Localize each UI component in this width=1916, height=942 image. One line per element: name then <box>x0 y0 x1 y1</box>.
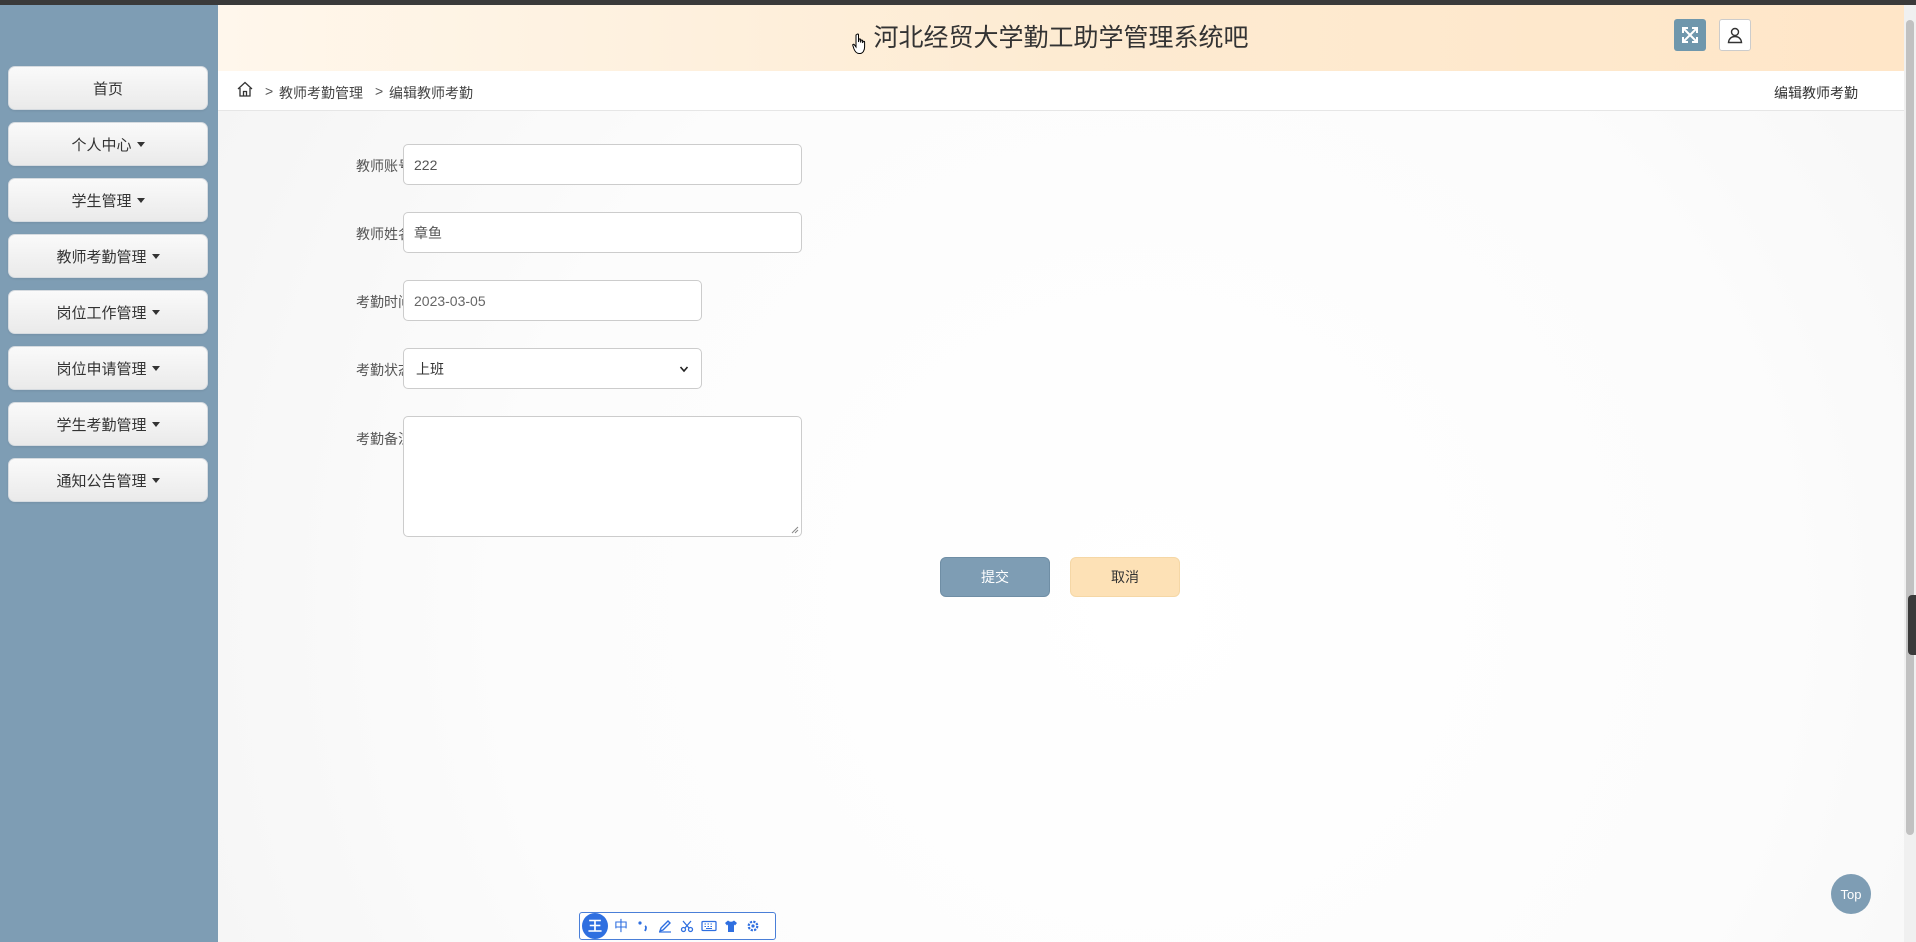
sidebar-item-job-work[interactable]: 岗位工作管理 <box>8 290 208 334</box>
fullscreen-button[interactable] <box>1674 19 1706 51</box>
sidebar-item-teacher-attendance[interactable]: 教师考勤管理 <box>8 234 208 278</box>
ime-toolbar: 王 中 <box>579 912 776 940</box>
keyboard-icon[interactable] <box>700 917 718 935</box>
chevron-down-icon <box>679 365 689 372</box>
time-label: 考勤时间 <box>356 294 412 310</box>
breadcrumb-separator: > <box>375 83 384 99</box>
submit-button[interactable]: 提交 <box>940 557 1050 597</box>
caret-down-icon <box>136 197 145 203</box>
status-select[interactable]: 上班 <box>403 348 702 389</box>
back-to-top-label: Top <box>1840 886 1862 902</box>
scissors-icon[interactable] <box>678 917 696 935</box>
home-icon <box>237 81 253 97</box>
sidebar: 首页 个人中心 学生管理 教师考勤管理 岗位工作管理 岗位申请管理 学生考勤管理… <box>0 5 218 942</box>
user-button[interactable] <box>1719 19 1751 51</box>
sidebar-item-notice[interactable]: 通知公告管理 <box>8 458 208 502</box>
side-widget-tab[interactable] <box>1908 595 1916 655</box>
sidebar-item-label: 教师考勤管理 <box>56 248 147 266</box>
remark-label: 考勤备注 <box>356 431 412 447</box>
account-input[interactable] <box>403 144 802 185</box>
caret-down-icon <box>151 309 160 315</box>
caret-down-icon <box>151 365 160 371</box>
sidebar-item-personal-center[interactable]: 个人中心 <box>8 122 208 166</box>
sidebar-item-label: 通知公告管理 <box>56 472 147 490</box>
page-title: 编辑教师考勤 <box>1774 85 1858 101</box>
sidebar-item-label: 学生考勤管理 <box>56 416 147 434</box>
sidebar-item-student-management[interactable]: 学生管理 <box>8 178 208 222</box>
resize-handle-icon[interactable] <box>791 526 799 534</box>
back-to-top-button[interactable]: Top <box>1831 874 1871 914</box>
time-input[interactable] <box>403 280 702 321</box>
ime-mode-toggle[interactable]: 中 <box>612 917 630 935</box>
sidebar-item-label: 岗位申请管理 <box>56 360 147 378</box>
breadcrumb: > 教师考勤管理 > 编辑教师考勤 编辑教师考勤 <box>218 71 1904 111</box>
status-label: 考勤状态 <box>356 362 412 378</box>
fullscreen-icon <box>1682 27 1698 43</box>
remark-textarea[interactable] <box>403 416 802 537</box>
status-selected-value: 上班 <box>416 360 444 377</box>
breadcrumb-level2: 编辑教师考勤 <box>389 85 473 101</box>
sidebar-item-home[interactable]: 首页 <box>8 66 208 110</box>
name-input[interactable] <box>403 212 802 253</box>
submit-button-label: 提交 <box>981 569 1009 585</box>
breadcrumb-level1[interactable]: 教师考勤管理 <box>279 83 363 103</box>
sidebar-item-label: 学生管理 <box>71 192 132 210</box>
header: 河北经贸大学勤工助学管理系统吧 <box>218 5 1904 71</box>
hand-cursor-icon <box>852 33 866 54</box>
cancel-button-label: 取消 <box>1111 569 1139 585</box>
skin-shirt-icon[interactable] <box>722 917 740 935</box>
user-icon <box>1727 27 1743 44</box>
ime-logo-icon[interactable]: 王 <box>582 913 608 939</box>
main-content: 教师账号 教师姓名 考勤时间 考勤状态 上班 考勤备注 提交 取消 <box>218 111 1904 942</box>
pen-icon[interactable] <box>656 917 674 935</box>
caret-down-icon <box>151 477 160 483</box>
cancel-button[interactable]: 取消 <box>1070 557 1180 597</box>
settings-gear-icon[interactable] <box>744 917 762 935</box>
sidebar-item-label: 首页 <box>92 80 123 98</box>
account-label: 教师账号 <box>356 158 412 174</box>
sidebar-item-label: 岗位工作管理 <box>56 304 147 322</box>
app-title: 河北经贸大学勤工助学管理系统吧 <box>873 23 1249 52</box>
caret-down-icon <box>151 421 160 427</box>
caret-down-icon <box>151 253 160 259</box>
name-label: 教师姓名 <box>356 226 412 242</box>
scrollbar-thumb[interactable] <box>1906 20 1914 835</box>
caret-down-icon <box>136 141 145 147</box>
sidebar-item-student-attendance[interactable]: 学生考勤管理 <box>8 402 208 446</box>
sidebar-item-job-application[interactable]: 岗位申请管理 <box>8 346 208 390</box>
sidebar-item-label: 个人中心 <box>71 136 132 154</box>
punctuation-icon[interactable] <box>634 917 652 935</box>
home-link[interactable] <box>236 80 254 103</box>
breadcrumb-separator: > <box>265 83 274 99</box>
